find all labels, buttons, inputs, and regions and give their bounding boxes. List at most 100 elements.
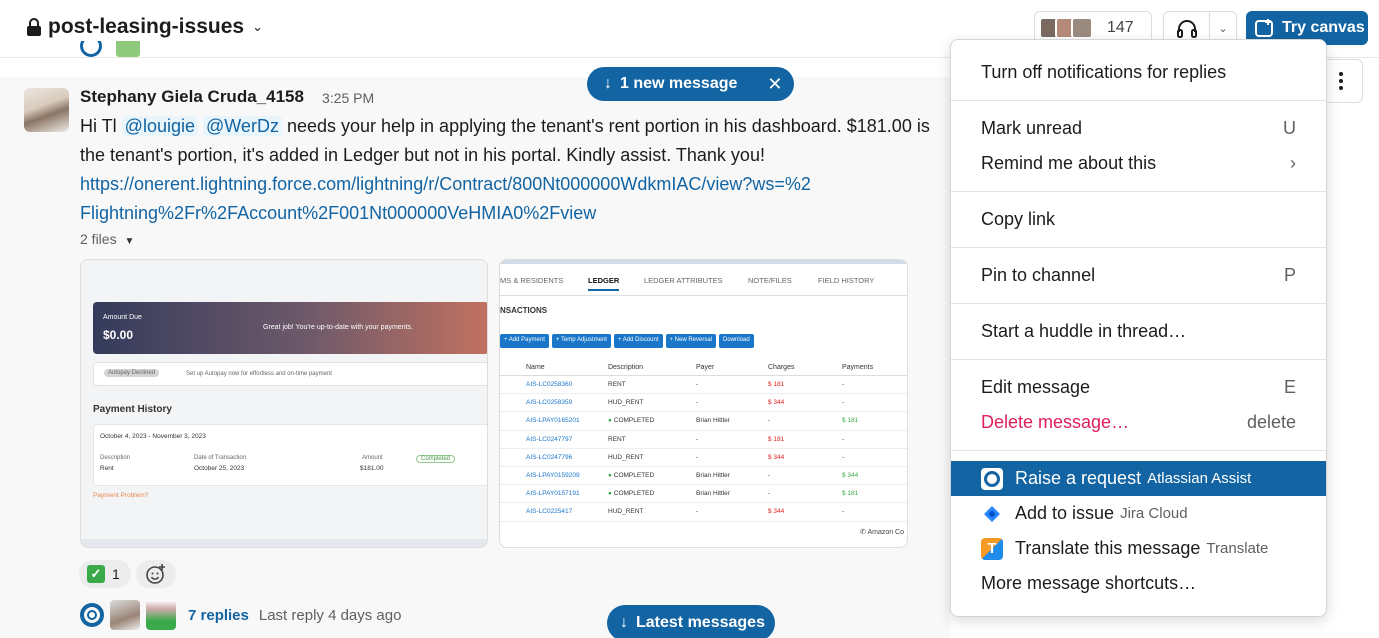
add-reaction-button[interactable] (136, 560, 176, 588)
date-range: October 4, 2023 - November 3, 2023 (100, 433, 206, 440)
thread-replies[interactable]: 7 replies Last reply 4 days ago (80, 600, 401, 630)
amount-due-label: Amount Due (103, 314, 142, 321)
autopay-badge: Autopay Declined (104, 369, 160, 377)
menu-label: Raise a request (1015, 468, 1142, 488)
menu-label: Turn off notifications for replies (981, 62, 1227, 82)
close-icon[interactable]: ✕ (767, 74, 782, 95)
previous-message-fragment (80, 41, 140, 61)
table-cell: $ 181 (842, 417, 859, 425)
menu-label: Translate this message (1015, 538, 1201, 558)
table-cell: - (768, 417, 771, 425)
menu-remind-me[interactable]: Remind me about this › (951, 146, 1326, 181)
check-mark-icon: ✓ (87, 565, 105, 583)
ledger-action-button: + Temp Adjustment (551, 334, 611, 348)
menu-label: Remind me about this (981, 153, 1157, 173)
jira-icon (981, 502, 1003, 525)
menu-mark-unread[interactable]: Mark unread U (951, 111, 1326, 146)
latest-messages-button[interactable]: ↓ Latest messages (607, 605, 775, 638)
ledger-action-button: Download (719, 334, 754, 348)
col-amount: Amount (362, 455, 383, 461)
amount-due-banner: Amount Due $0.00 Great job! You're up-to… (93, 302, 487, 354)
avatar[interactable] (24, 88, 69, 132)
table-row: AIS-LC0258360 RENT - $ 181 - (500, 376, 907, 395)
new-message-label: 1 new message (620, 75, 738, 92)
table-cell: RENT (608, 435, 626, 443)
table-cell: AIS-LC0247797 (526, 435, 573, 443)
reaction-count: 1 (112, 566, 120, 582)
menu-turn-off-notifications[interactable]: Turn off notifications for replies (951, 55, 1326, 90)
message-link[interactable]: https://onerent.lightning.force.com/ligh… (80, 170, 820, 228)
table-cell: - (768, 490, 771, 498)
sender-name[interactable]: Stephany Giela Cruda_4158 (80, 87, 304, 107)
table-cell: - (842, 435, 845, 443)
menu-label: Add to issue (1015, 503, 1115, 523)
mention-louigie[interactable]: @louigie (121, 116, 198, 136)
arrow-down-icon: ↓ (620, 614, 628, 631)
menu-more-shortcuts[interactable]: More message shortcuts… (951, 566, 1326, 601)
menu-start-huddle[interactable]: Start a huddle in thread… (951, 314, 1326, 349)
replies-count[interactable]: 7 replies (188, 607, 249, 624)
menu-label: Delete message… (981, 412, 1130, 432)
footer-text: ✆ Amazon Co (860, 529, 905, 536)
table-row: AIS-LC0247797 RENT - $ 181 - (500, 431, 907, 449)
table-cell: ● COMPLETED (608, 417, 655, 425)
table-cell: $ 344 (842, 471, 859, 479)
taskbar (81, 539, 487, 547)
table-row: AIS-LC0247796 HUD_RENT - $ 344 - (500, 449, 907, 467)
add-emoji-icon (146, 564, 165, 584)
shortcut-key: P (1283, 265, 1296, 285)
menu-edit-message[interactable]: Edit message E (951, 370, 1326, 405)
app-name: Translate (1206, 540, 1269, 557)
transactions-heading: NSACTIONS (500, 306, 548, 315)
new-message-banner[interactable]: ↓ 1 new message ✕ (587, 67, 794, 101)
table-cell: AIS-LC0225417 (526, 508, 573, 516)
reaction-check[interactable]: ✓ 1 (79, 560, 131, 588)
files-toggle[interactable]: 2 files ▼ (80, 231, 134, 247)
table-cell: $ 344 (768, 508, 785, 516)
menu-raise-request[interactable]: Raise a request Atlassian Assist (951, 461, 1326, 496)
chevron-down-icon[interactable]: ⌄ (1210, 22, 1236, 35)
menu-translate-message[interactable]: T Translate this message Translate (951, 531, 1326, 566)
table-cell: - (696, 508, 699, 516)
avatar (110, 600, 140, 630)
ledger-tabs: MS & RESIDENTS LEDGER LEDGER ATTRIBUTES NOT… (500, 274, 907, 296)
table-cell: - (842, 453, 845, 461)
menu-add-to-issue[interactable]: Add to issue Jira Cloud (951, 496, 1326, 531)
menu-label: Pin to channel (981, 265, 1096, 285)
table-row: AIS-LC0225417 HUD_RENT - $ 344 - (500, 503, 907, 522)
try-canvas-label: Try canvas (1282, 19, 1365, 36)
ledger-header-row: Name Description Payer Charges Payments (500, 360, 907, 376)
menu-label: Start a huddle in thread… (981, 321, 1187, 341)
channel-title[interactable]: post-leasing-issues ⌄ (26, 15, 263, 39)
menu-copy-link[interactable]: Copy link (951, 202, 1326, 237)
message-timestamp[interactable]: 3:25 PM (322, 90, 374, 106)
avatar (146, 600, 176, 630)
translate-icon: T (981, 537, 1003, 560)
footer-label: Amazon Co (867, 529, 905, 536)
table-cell: - (842, 508, 845, 516)
menu-delete-message[interactable]: Delete message… delete (951, 405, 1326, 440)
table-cell: - (842, 381, 845, 388)
col-description: Description (100, 455, 131, 461)
table-row: AIS-LPAY0157191 ● COMPLETED Brian Hittler -… (500, 485, 907, 504)
ledger-header-cell: Description (608, 364, 644, 371)
mention-werdz[interactable]: @WerDz (203, 116, 282, 136)
table-cell: AIS-LPAY0157191 (526, 490, 580, 498)
table-cell: HUD_RENT (608, 508, 644, 516)
file-thumbnail-portal[interactable]: Amount Due $0.00 Great job! You're up-to… (80, 259, 488, 548)
menu-label: Edit message (981, 377, 1091, 397)
lifebuoy-icon (981, 467, 1003, 490)
file-thumbnail-ledger[interactable]: MS & RESIDENTS LEDGER LEDGER ATTRIBUTES NOT… (499, 259, 908, 548)
table-cell: AIS-LC0247796 (526, 453, 573, 461)
lock-icon (27, 18, 41, 36)
table-cell: AIS-LPAY0165201 (526, 417, 580, 425)
message-context-menu: Turn off notifications for replies Mark … (950, 39, 1327, 617)
ledger-header-cell: Payer (696, 364, 715, 371)
ledger-header-cell: Charges (768, 364, 795, 371)
ledger-tab: FIELD HISTORY (818, 276, 875, 285)
table-row: AIS-LPAY0165201 ● COMPLETED Brian Hittler -… (500, 412, 907, 431)
menu-pin-to-channel[interactable]: Pin to channel P (951, 258, 1326, 293)
table-cell: Brian Hittler (696, 471, 730, 479)
table-cell: $ 181 (768, 435, 785, 443)
payment-history-title: Payment History (93, 404, 172, 415)
